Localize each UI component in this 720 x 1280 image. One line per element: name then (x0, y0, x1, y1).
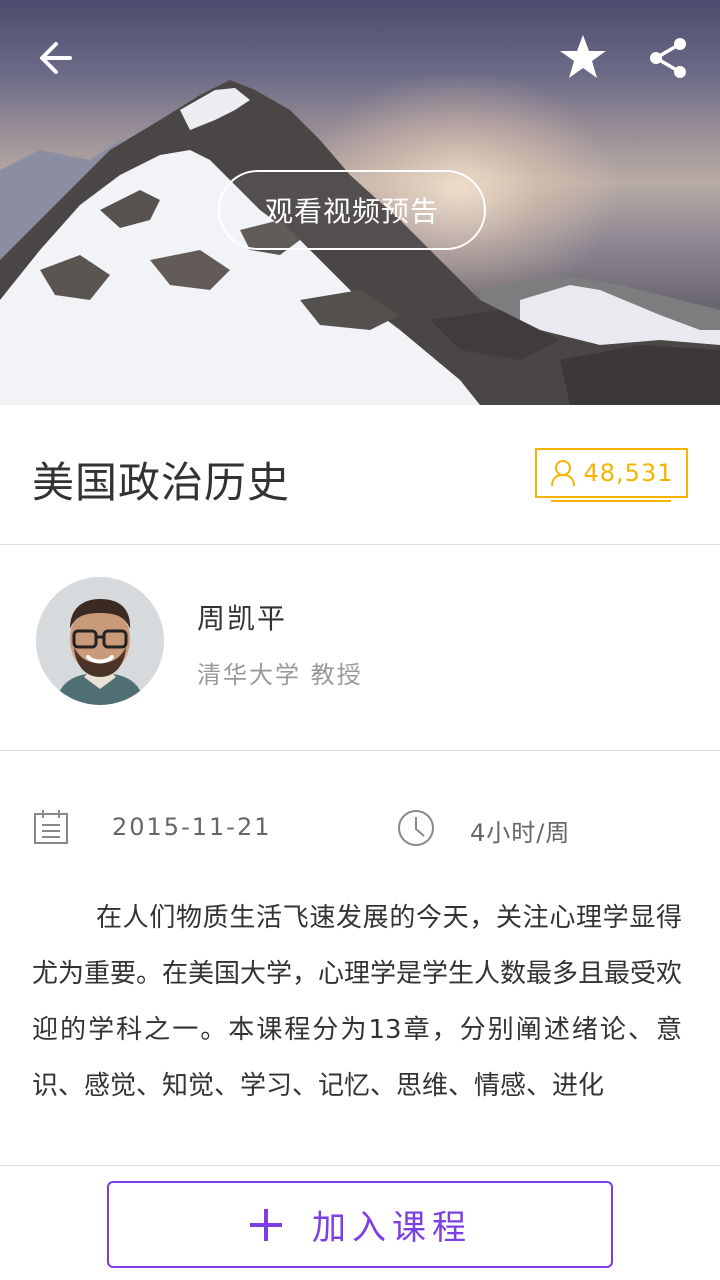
teacher-row[interactable]: 周凯平 清华大学 教授 (0, 545, 720, 751)
back-arrow-icon (40, 42, 72, 74)
join-course-label: 加入课程 (312, 1208, 472, 1248)
learner-count: 48,531 (583, 459, 674, 487)
star-icon (560, 35, 606, 78)
share-icon (650, 38, 686, 78)
favorite-button[interactable] (555, 30, 611, 86)
course-description: 在人们物质生活飞速发展的今天，关注心理学显得尤为重要。在美国大学，心理学是学生人… (32, 903, 683, 1101)
learner-count-badge: 48,531 (535, 448, 688, 498)
clock-icon (398, 810, 434, 846)
watch-preview-button[interactable]: 观看视频预告 (218, 170, 486, 250)
course-meta-row: 2015-11-21 4小时/周 (0, 751, 720, 881)
share-button[interactable] (640, 30, 696, 86)
badge-underline (551, 500, 671, 502)
course-title-row: 美国政治历史 48,531 (0, 405, 720, 545)
course-hours: 4小时/周 (470, 819, 571, 847)
course-title: 美国政治历史 (32, 458, 291, 507)
calendar-icon (34, 810, 68, 844)
user-icon (550, 460, 575, 487)
plus-icon (248, 1207, 284, 1243)
teacher-title: 清华大学 教授 (197, 661, 363, 689)
teacher-name: 周凯平 (197, 602, 288, 635)
avatar (36, 577, 164, 705)
back-button[interactable] (28, 30, 84, 86)
join-course-button[interactable]: 加入课程 (107, 1181, 613, 1268)
bottom-action-bar: 加入课程 (0, 1165, 720, 1280)
hero-banner: 观看视频预告 (0, 0, 720, 405)
course-date: 2015-11-21 (112, 813, 272, 841)
